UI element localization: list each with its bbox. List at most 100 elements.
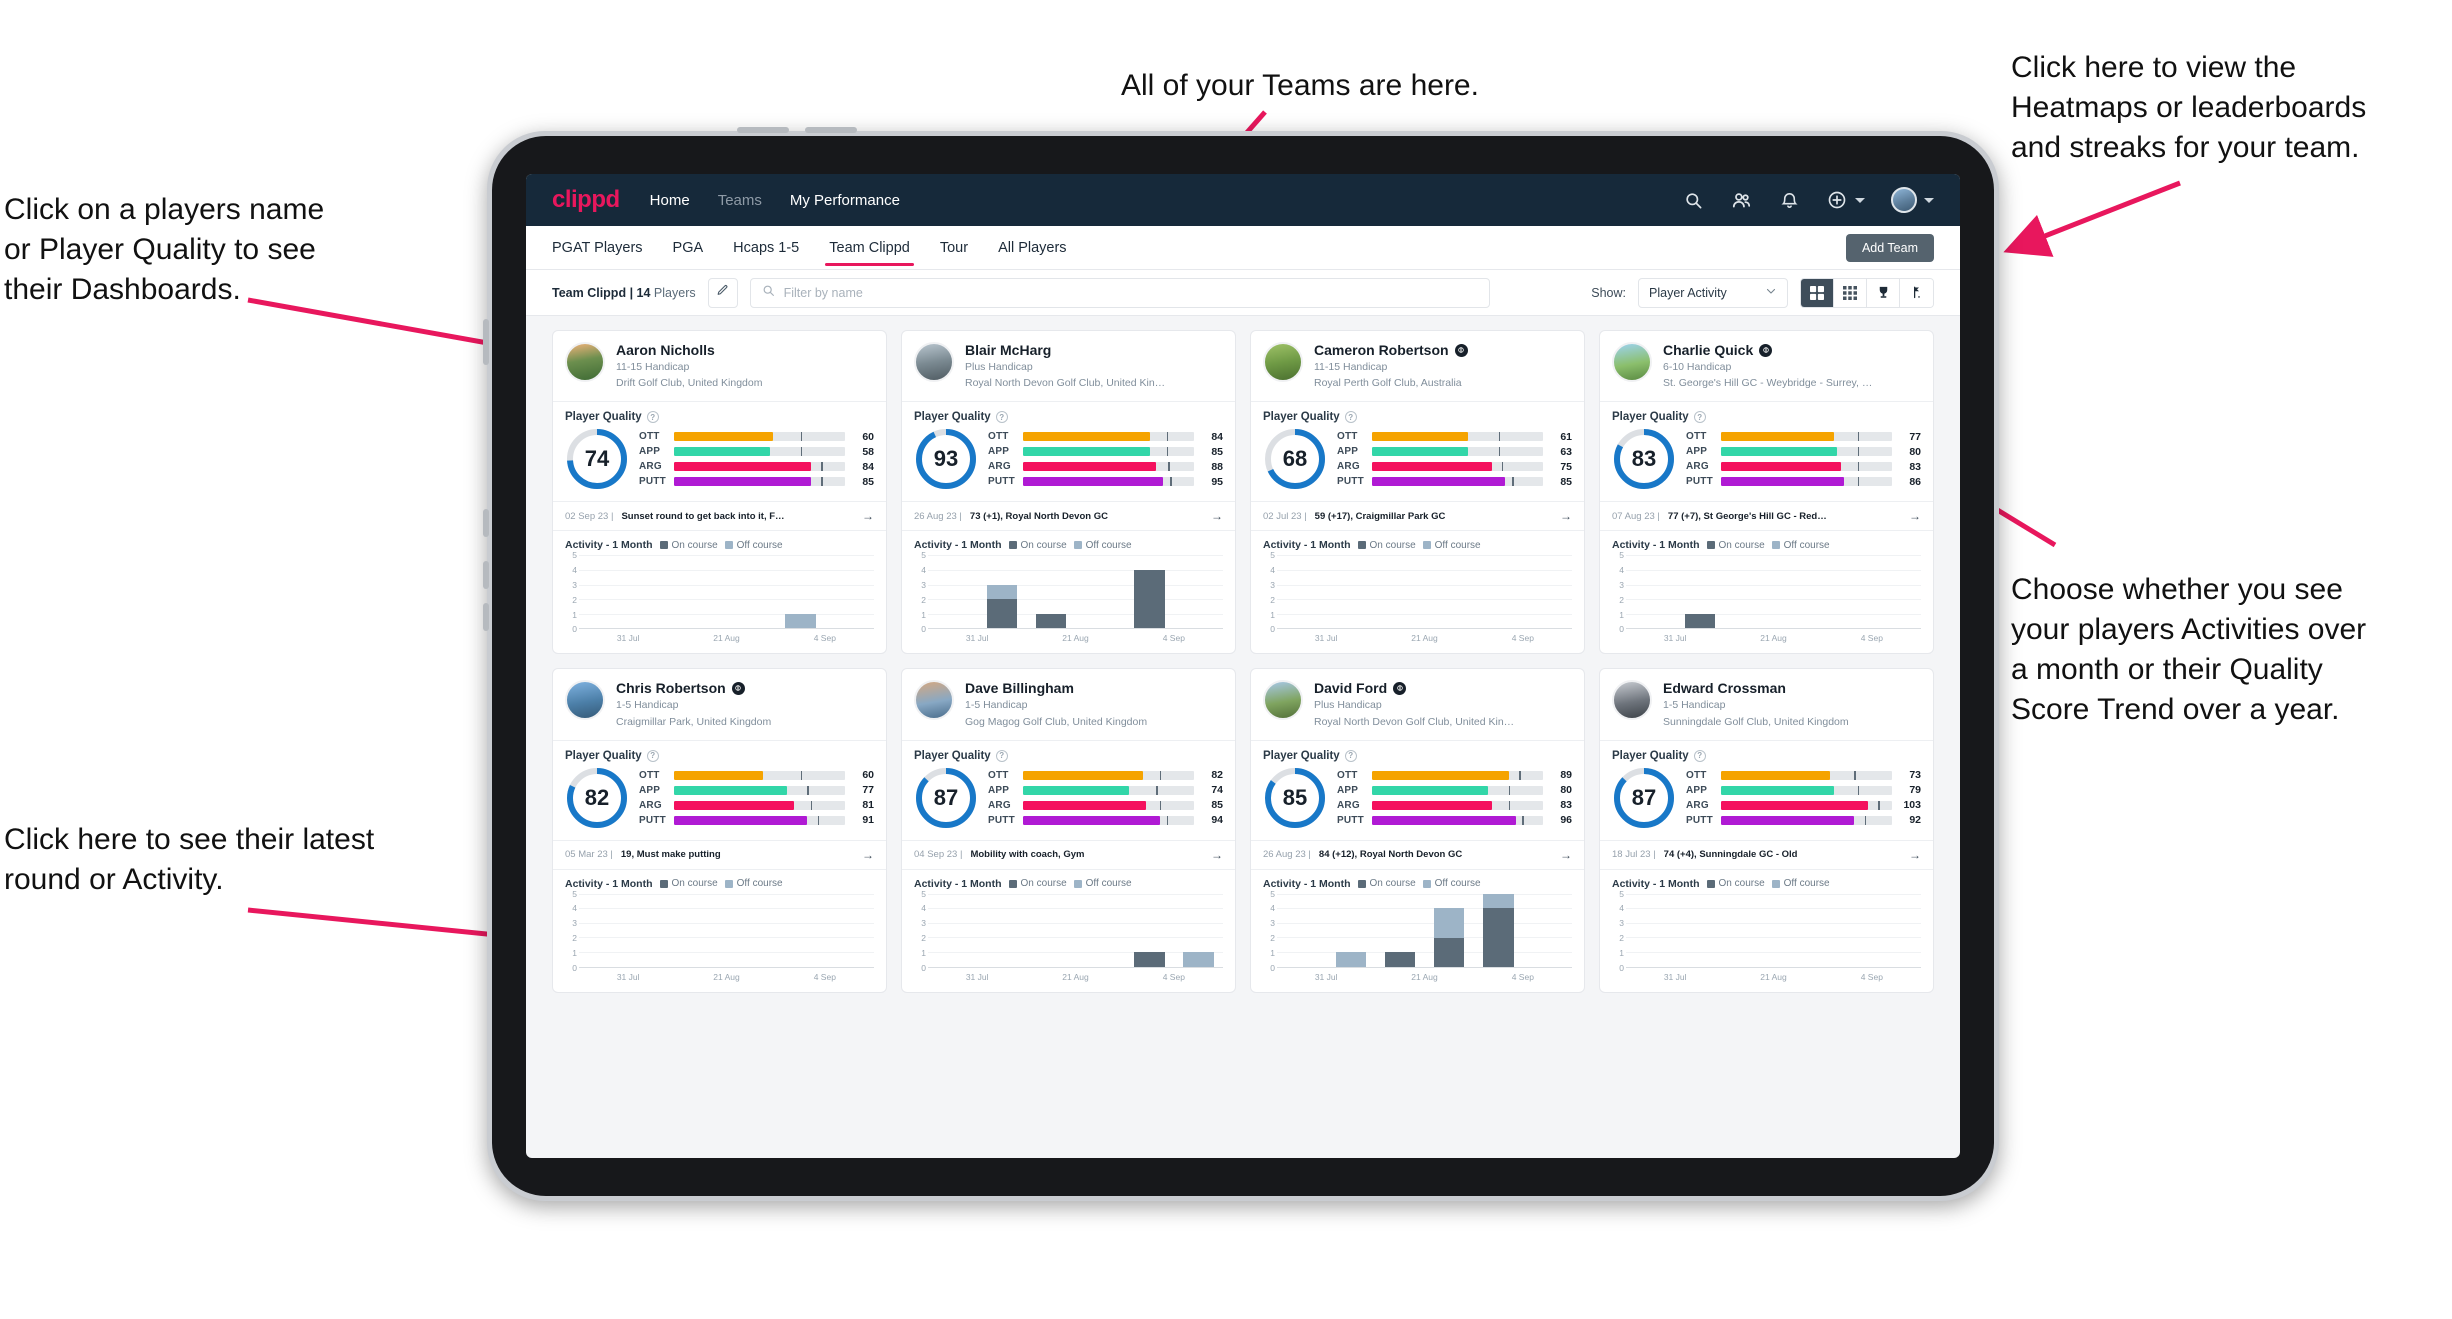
player-card-header[interactable]: Aaron Nicholls 11-15 Handicap Drift Golf C… xyxy=(553,331,886,403)
player-name[interactable]: Blair McHarg xyxy=(965,342,1165,358)
arrow-right-icon[interactable]: → xyxy=(1560,848,1572,862)
arrow-right-icon[interactable]: → xyxy=(1909,848,1921,862)
nav-link-home[interactable]: Home xyxy=(650,192,690,209)
bell-icon[interactable] xyxy=(1778,189,1800,211)
avatar[interactable] xyxy=(1891,187,1917,213)
player-quality-donut[interactable]: 87 xyxy=(914,766,978,830)
nav-link-my-performance[interactable]: My Performance xyxy=(790,192,900,209)
player-card-header[interactable]: Blair McHarg Plus Handicap Royal North Dev… xyxy=(902,331,1235,403)
legend-off-course: Off course xyxy=(1073,878,1132,889)
player-card[interactable]: Cameron Robertson 11-15 Handicap Royal Per… xyxy=(1250,330,1585,655)
help-icon[interactable]: ? xyxy=(1693,411,1706,424)
player-quality-title[interactable]: Player Quality? xyxy=(1600,741,1933,762)
player-quality-title[interactable]: Player Quality? xyxy=(1251,741,1584,762)
player-card-header[interactable]: Dave Billingham 1-5 Handicap Gog Magog Gol… xyxy=(902,669,1235,741)
latest-round-row[interactable]: 05 Mar 23 | 19, Must make putting → xyxy=(553,839,886,870)
avatar[interactable] xyxy=(914,342,954,382)
player-quality-title[interactable]: Player Quality? xyxy=(902,402,1235,424)
avatar[interactable] xyxy=(914,680,954,721)
tab-pgat-players[interactable]: PGAT Players xyxy=(552,229,643,266)
tab-pga[interactable]: PGA xyxy=(673,229,704,266)
player-quality-donut[interactable]: 82 xyxy=(565,766,629,830)
chevron-down-icon-profile[interactable] xyxy=(1924,197,1934,203)
player-quality-donut[interactable]: 93 xyxy=(914,427,978,491)
player-quality-donut[interactable]: 87 xyxy=(1612,766,1676,830)
latest-round-row[interactable]: 18 Jul 23 | 74 (+4), Sunningdale GC - Old… xyxy=(1600,839,1933,870)
player-card[interactable]: Edward Crossman 1-5 Handicap Sunningdale G… xyxy=(1599,668,1934,993)
chevron-down-icon-add[interactable] xyxy=(1855,197,1865,203)
help-icon[interactable]: ? xyxy=(995,411,1008,424)
edit-team-button[interactable] xyxy=(707,277,738,308)
player-name[interactable]: Dave Billingham xyxy=(965,680,1147,696)
player-card[interactable]: Dave Billingham 1-5 Handicap Gog Magog Gol… xyxy=(901,668,1236,993)
arrow-right-icon[interactable]: → xyxy=(862,509,874,523)
player-name[interactable]: Aaron Nicholls xyxy=(616,342,762,358)
trophy-icon[interactable] xyxy=(1867,278,1900,307)
player-card[interactable]: Blair McHarg Plus Handicap Royal North Dev… xyxy=(901,330,1236,655)
player-name[interactable]: Edward Crossman xyxy=(1663,680,1849,696)
player-quality-donut[interactable]: 74 xyxy=(565,427,629,491)
arrow-right-icon[interactable]: → xyxy=(1560,509,1572,523)
latest-round-row[interactable]: 26 Aug 23 | 84 (+12), Royal North Devon G… xyxy=(1251,839,1584,870)
player-name[interactable]: Cameron Robertson xyxy=(1314,342,1468,358)
player-name[interactable]: David Ford xyxy=(1314,680,1514,696)
player-card-header[interactable]: Chris Robertson 1-5 Handicap Craigmillar P… xyxy=(553,669,886,741)
player-name[interactable]: Chris Robertson xyxy=(616,680,771,696)
tab-team-clippd[interactable]: Team Clippd xyxy=(825,229,914,266)
help-icon[interactable]: ? xyxy=(1344,411,1357,424)
help-icon[interactable]: ? xyxy=(646,411,659,424)
latest-round-row[interactable]: 02 Sep 23 | Sunset round to get back into… xyxy=(553,501,886,532)
show-select[interactable]: Player Activity xyxy=(1638,277,1788,308)
y-axis-tick: 3 xyxy=(1619,918,1624,929)
help-icon[interactable]: ? xyxy=(1693,749,1706,762)
avatar[interactable] xyxy=(565,680,605,721)
player-quality-donut[interactable]: 83 xyxy=(1612,427,1676,491)
help-icon[interactable]: ? xyxy=(995,749,1008,762)
player-card-header[interactable]: Cameron Robertson 11-15 Handicap Royal Per… xyxy=(1251,331,1584,403)
player-quality-title[interactable]: Player Quality? xyxy=(1251,402,1584,424)
player-quality-title[interactable]: Player Quality? xyxy=(902,741,1235,762)
player-quality-donut[interactable]: 85 xyxy=(1263,766,1327,830)
player-name[interactable]: Charlie Quick xyxy=(1663,342,1872,358)
player-quality-donut[interactable]: 68 xyxy=(1263,427,1327,491)
latest-round-row[interactable]: 04 Sep 23 | Mobility with coach, Gym → xyxy=(902,839,1235,870)
arrow-right-icon[interactable]: → xyxy=(1211,848,1223,862)
search-icon[interactable] xyxy=(1682,189,1704,211)
clippd-logo[interactable]: clippd xyxy=(552,186,620,214)
avatar[interactable] xyxy=(1612,342,1652,382)
tab-tour[interactable]: Tour xyxy=(940,229,968,266)
add-team-button[interactable]: Add Team xyxy=(1845,233,1934,262)
grid-dense-icon[interactable] xyxy=(1834,278,1867,307)
avatar[interactable] xyxy=(1263,342,1303,382)
people-icon[interactable] xyxy=(1730,189,1752,211)
avatar[interactable] xyxy=(1263,680,1303,721)
help-icon[interactable]: ? xyxy=(1344,749,1357,762)
avatar[interactable] xyxy=(1612,680,1652,721)
player-card[interactable]: Charlie Quick 6-10 Handicap St. George's H… xyxy=(1599,330,1934,655)
latest-round-row[interactable]: 07 Aug 23 | 77 (+7), St George's Hill GC … xyxy=(1600,501,1933,532)
player-card-header[interactable]: Edward Crossman 1-5 Handicap Sunningdale G… xyxy=(1600,669,1933,741)
latest-round-row[interactable]: 26 Aug 23 | 73 (+1), Royal North Devon GC… xyxy=(902,501,1235,532)
player-quality-title[interactable]: Player Quality? xyxy=(553,402,886,424)
avatar[interactable] xyxy=(565,342,605,382)
tab-all-players[interactable]: All Players xyxy=(998,229,1067,266)
arrow-right-icon[interactable]: → xyxy=(1909,509,1921,523)
player-card[interactable]: Aaron Nicholls 11-15 Handicap Drift Golf C… xyxy=(552,330,887,655)
plus-circle-icon[interactable] xyxy=(1826,189,1848,211)
nav-link-teams[interactable]: Teams xyxy=(718,192,762,209)
player-quality-title[interactable]: Player Quality? xyxy=(1600,402,1933,424)
arrow-right-icon[interactable]: → xyxy=(862,848,874,862)
search-input[interactable]: Filter by name xyxy=(749,277,1490,308)
y-axis-tick: 1 xyxy=(572,609,577,620)
help-icon[interactable]: ? xyxy=(646,749,659,762)
player-card-header[interactable]: Charlie Quick 6-10 Handicap St. George's H… xyxy=(1600,331,1933,403)
tab-hcaps-1-5[interactable]: Hcaps 1-5 xyxy=(733,229,799,266)
player-quality-title[interactable]: Player Quality? xyxy=(553,741,886,762)
player-card[interactable]: David Ford Plus Handicap Royal North Devon… xyxy=(1250,668,1585,993)
player-card[interactable]: Chris Robertson 1-5 Handicap Craigmillar P… xyxy=(552,668,887,993)
grid-large-icon[interactable] xyxy=(1801,278,1834,307)
player-card-header[interactable]: David Ford Plus Handicap Royal North Devon… xyxy=(1251,669,1584,741)
latest-round-row[interactable]: 02 Jul 23 | 59 (+17), Craigmillar Park GC… xyxy=(1251,501,1584,532)
flag-icon[interactable] xyxy=(1900,278,1933,307)
arrow-right-icon[interactable]: → xyxy=(1211,509,1223,523)
